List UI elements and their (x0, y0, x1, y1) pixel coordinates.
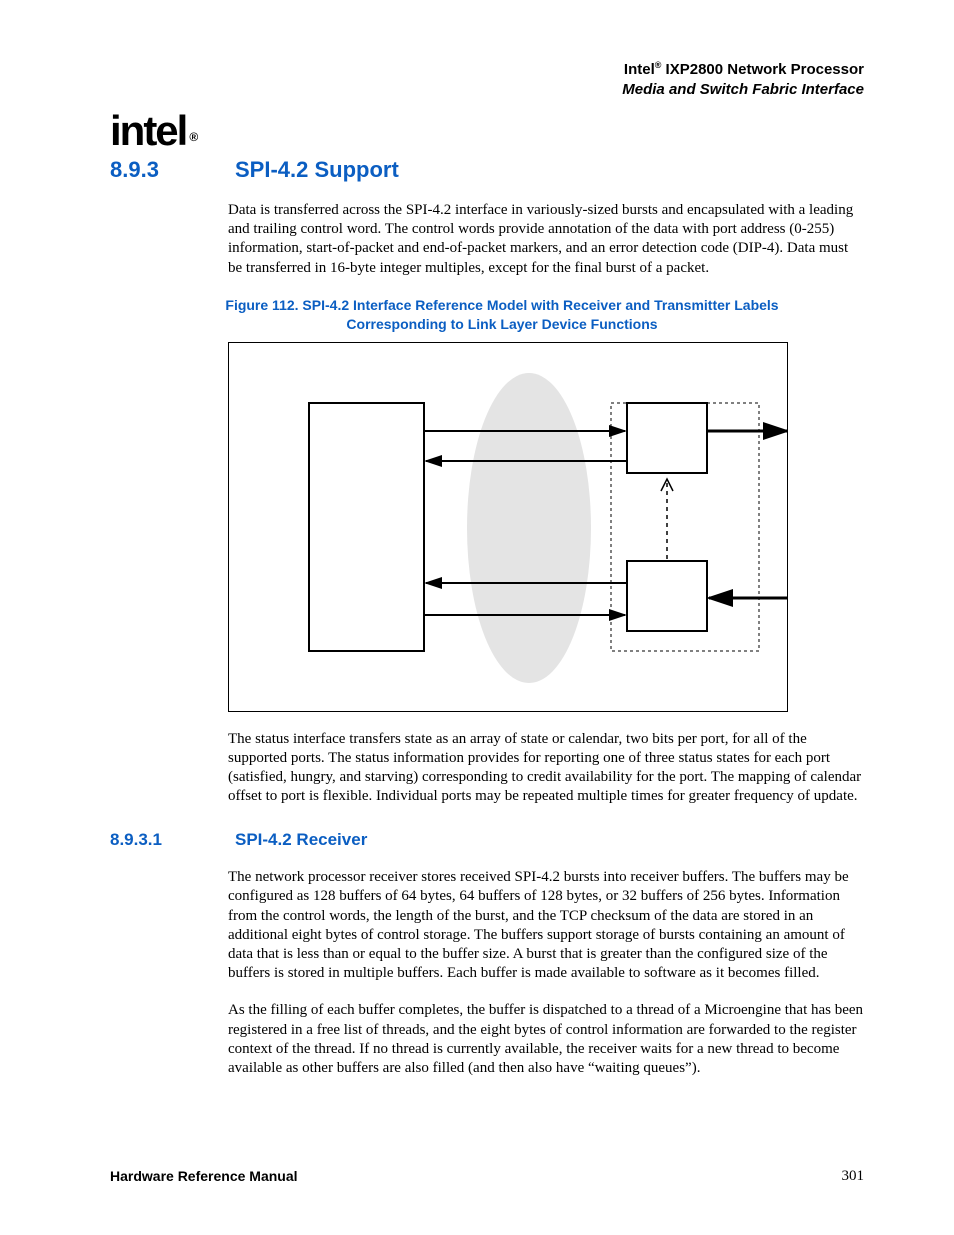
section-title: SPI-4.2 Support (235, 157, 399, 183)
subsection-number: 8.9.3.1 (110, 830, 195, 850)
header-subtitle: Media and Switch Fabric Interface (622, 81, 864, 98)
footer-manual: Hardware Reference Manual (110, 1168, 298, 1185)
footer-page-number: 301 (842, 1168, 865, 1185)
figure-caption: Figure 112. SPI-4.2 Interface Reference … (180, 296, 824, 334)
intel-logo: intel® (110, 107, 193, 155)
header-product-prefix: Intel (624, 61, 655, 78)
figure-diagram (228, 342, 788, 712)
header-product-suffix: IXP2800 Network Processor (661, 61, 864, 78)
paragraph-1: Data is transferred across the SPI-4.2 i… (228, 201, 864, 278)
paragraph-4: As the filling of each buffer completes,… (228, 1001, 864, 1078)
section-heading: 8.9.3 SPI-4.2 Support (110, 157, 864, 183)
logo-row: intel® (110, 107, 864, 155)
logo-reg: ® (189, 130, 196, 144)
diagram-svg (229, 343, 788, 712)
section-number: 8.9.3 (110, 157, 195, 183)
paragraph-2: The status interface transfers state as … (228, 730, 864, 807)
paragraph-3: The network processor receiver stores re… (228, 868, 864, 983)
subsection-title: SPI-4.2 Receiver (235, 830, 367, 850)
subsection-heading: 8.9.3.1 SPI-4.2 Receiver (110, 830, 864, 850)
running-header: Intel® IXP2800 Network Processor Media a… (110, 60, 864, 99)
page-footer: Hardware Reference Manual 301 (110, 1168, 864, 1185)
logo-text: intel (110, 107, 186, 154)
